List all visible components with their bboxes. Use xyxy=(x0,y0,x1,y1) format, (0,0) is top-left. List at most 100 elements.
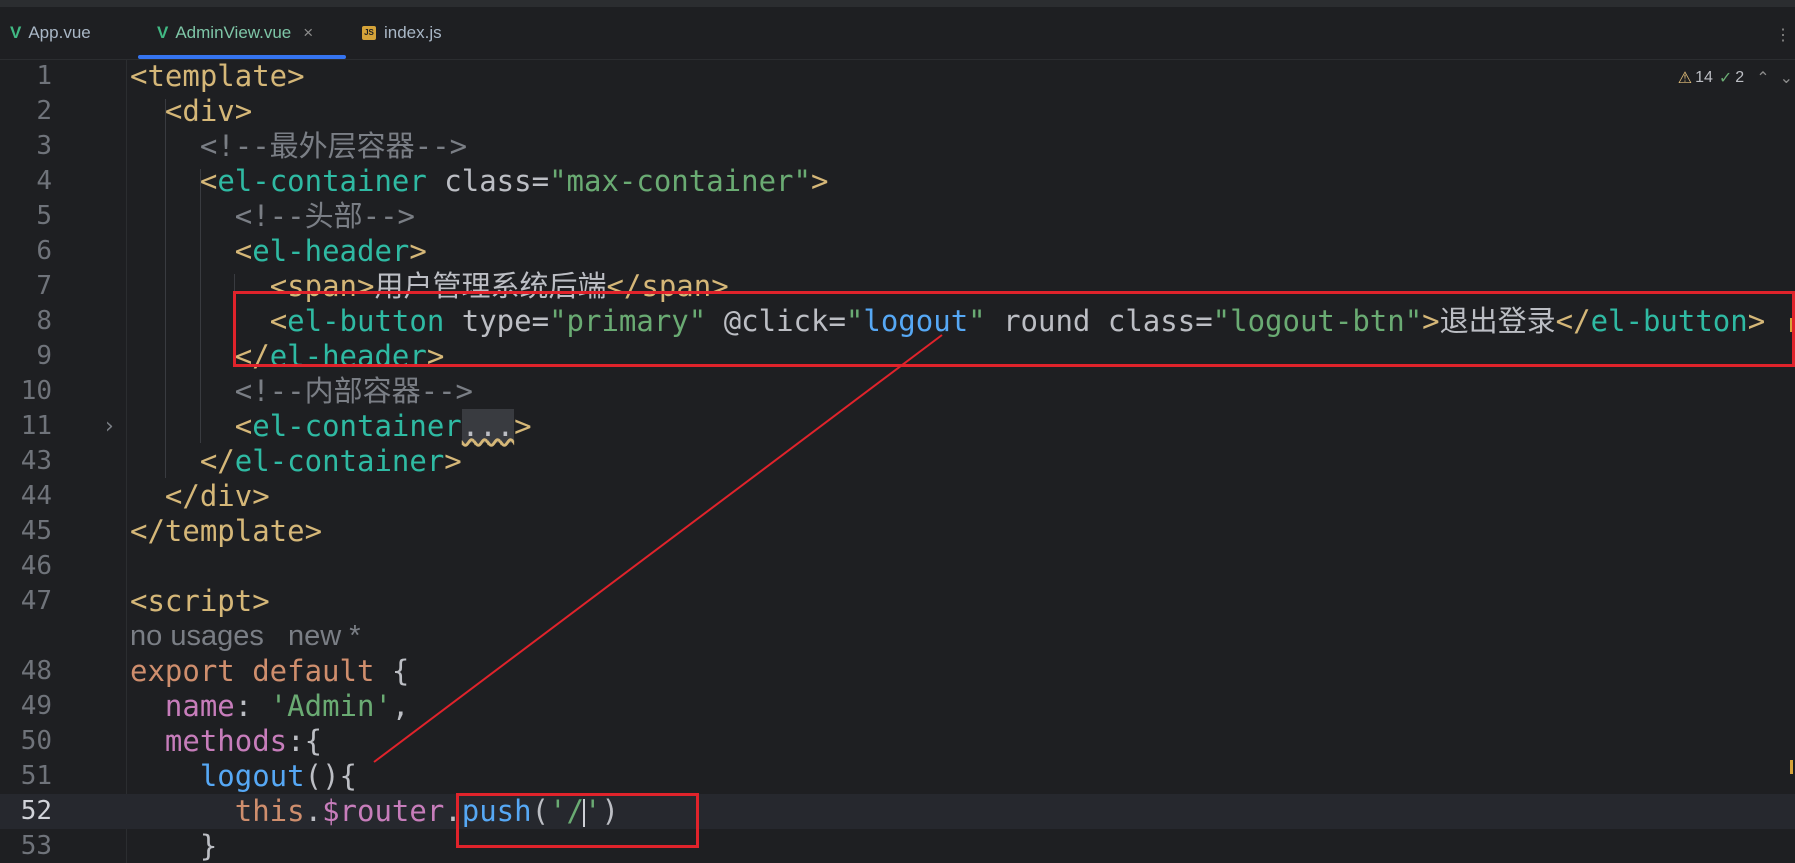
line-number: 53 xyxy=(20,831,52,861)
code-vision-hint[interactable]: no usages new * xyxy=(130,619,361,654)
line-number: 10 xyxy=(20,376,52,406)
code-line[interactable]: 46 xyxy=(0,549,1795,584)
line-number: 44 xyxy=(20,481,52,511)
code-line[interactable]: 2 <div> xyxy=(0,94,1795,129)
code-token: el-header xyxy=(252,234,410,268)
typos-indicator[interactable]: ✓ 2 xyxy=(1719,68,1744,88)
code-line[interactable]: 10 <!--内部容器--> xyxy=(0,374,1795,409)
code-token: ) xyxy=(601,794,619,828)
editor-tab-bar: V App.vue V AdminView.vue × JS index.js … xyxy=(0,7,1795,60)
code-text: <!--内部容器--> xyxy=(130,374,473,409)
inspection-widget[interactable]: ⚠ 14 ✓ 2 ⌃ ⌄ xyxy=(1672,68,1793,88)
code-token: class xyxy=(444,164,532,198)
code-token: > xyxy=(1747,304,1766,338)
tab-app-vue[interactable]: V App.vue xyxy=(10,7,91,59)
code-token: "max-container" xyxy=(549,164,811,198)
tab-index-js[interactable]: JS index.js xyxy=(362,7,442,59)
code-token: 'Admin' xyxy=(269,689,392,723)
code-token: <!--最外层容器--> xyxy=(199,129,468,163)
previous-highlight-icon[interactable]: ⌃ xyxy=(1756,68,1769,88)
code-text: } xyxy=(130,829,217,863)
code-token: </ xyxy=(1555,304,1591,338)
next-highlight-icon[interactable]: ⌄ xyxy=(1780,68,1793,88)
code-line[interactable]: 43 </el-container> xyxy=(0,444,1795,479)
code-line[interactable]: 48 export default { xyxy=(0,654,1795,689)
indent-guide xyxy=(234,274,235,338)
more-tabs-icon[interactable]: ⋮ xyxy=(1775,25,1791,45)
code-text: <!--头部--> xyxy=(130,199,415,234)
code-token: export default xyxy=(130,654,375,688)
code-editor[interactable]: 1 <template> 2 <div> 3 <!--最外层容器--> 4 <el-co… xyxy=(0,59,1795,863)
code-line[interactable]: 44 </div> xyxy=(0,479,1795,514)
code-line[interactable]: 8 <el-button type="primary" @click="logo… xyxy=(0,304,1795,339)
code-line[interactable]: 50 methods:{ xyxy=(0,724,1795,759)
code-token: el-button xyxy=(287,304,445,338)
tab-adminview-vue[interactable]: V AdminView.vue × xyxy=(157,7,313,59)
code-token: > xyxy=(409,234,427,268)
code-token: this xyxy=(234,794,305,828)
code-line[interactable]: 47 <script> xyxy=(0,584,1795,619)
code-text: </div> xyxy=(130,479,270,514)
code-line[interactable]: 53 } xyxy=(0,829,1795,863)
code-token: "logout-btn" xyxy=(1212,304,1423,338)
code-token: = xyxy=(531,304,550,338)
line-number: 7 xyxy=(36,271,52,301)
code-text: <!--最外层容器--> xyxy=(130,129,467,164)
code-line[interactable]: 6 <el-header> xyxy=(0,234,1795,269)
code-token: { xyxy=(374,654,410,688)
code-token: @click xyxy=(723,304,829,338)
code-line[interactable]: 52 this.$router.push('/') xyxy=(0,794,1795,829)
code-line[interactable]: 49 name: 'Admin', xyxy=(0,689,1795,724)
code-line[interactable]: 7 <span>用户管理系统后端</span> xyxy=(0,269,1795,304)
fold-expand-icon[interactable]: › xyxy=(105,409,114,444)
code-text: <el-container...> xyxy=(130,409,532,444)
code-token: logout xyxy=(199,759,305,793)
code-token: <template> xyxy=(130,59,305,93)
code-line[interactable]: 9 </el-header> xyxy=(0,339,1795,374)
code-line[interactable]: 1 <template> xyxy=(0,59,1795,94)
code-token: < xyxy=(199,164,218,198)
code-line[interactable]: 51 logout(){ xyxy=(0,759,1795,794)
code-token: < xyxy=(269,304,288,338)
code-text: <div> xyxy=(130,94,252,129)
code-text: name: 'Admin', xyxy=(130,689,409,724)
code-line[interactable]: 45 </template> xyxy=(0,514,1795,549)
line-number: 4 xyxy=(36,166,52,196)
code-token: logout xyxy=(863,304,969,338)
code-text: logout(){ xyxy=(130,759,357,794)
js-file-icon: JS xyxy=(362,26,376,40)
code-text: <el-header> xyxy=(130,234,427,269)
error-stripe-marker[interactable] xyxy=(1790,760,1793,774)
code-line[interactable]: 5 <!--头部--> xyxy=(0,199,1795,234)
code-token: type xyxy=(461,304,532,338)
code-token: = xyxy=(1195,304,1213,338)
code-token: '/ xyxy=(549,794,584,828)
code-line[interactable]: 3 <!--最外层容器--> xyxy=(0,129,1795,164)
code-token: <div> xyxy=(164,94,253,128)
typo-check-icon: ✓ xyxy=(1718,70,1733,87)
code-text: <el-button type="primary" @click="logout… xyxy=(130,304,1766,339)
code-token: el-header xyxy=(269,339,427,373)
warnings-indicator[interactable]: ⚠ 14 xyxy=(1678,68,1713,88)
close-icon[interactable]: × xyxy=(303,23,313,43)
inlay-hint-row[interactable]: no usages new * xyxy=(0,619,1795,654)
line-number: 48 xyxy=(20,656,52,686)
code-token: > xyxy=(426,339,445,373)
code-token: ... xyxy=(461,409,515,443)
typos-count: 2 xyxy=(1735,69,1745,86)
code-token: . xyxy=(304,794,323,828)
code-token: round xyxy=(1003,304,1091,338)
code-line[interactable]: 4 <el-container class="max-container"> xyxy=(0,164,1795,199)
code-line[interactable]: 11 › <el-container...> xyxy=(0,409,1795,444)
vue-icon: V xyxy=(10,23,22,42)
code-token: > xyxy=(444,444,462,478)
indent-guide xyxy=(200,169,201,443)
code-token: > xyxy=(1422,304,1440,338)
error-stripe-marker[interactable] xyxy=(1790,318,1793,332)
